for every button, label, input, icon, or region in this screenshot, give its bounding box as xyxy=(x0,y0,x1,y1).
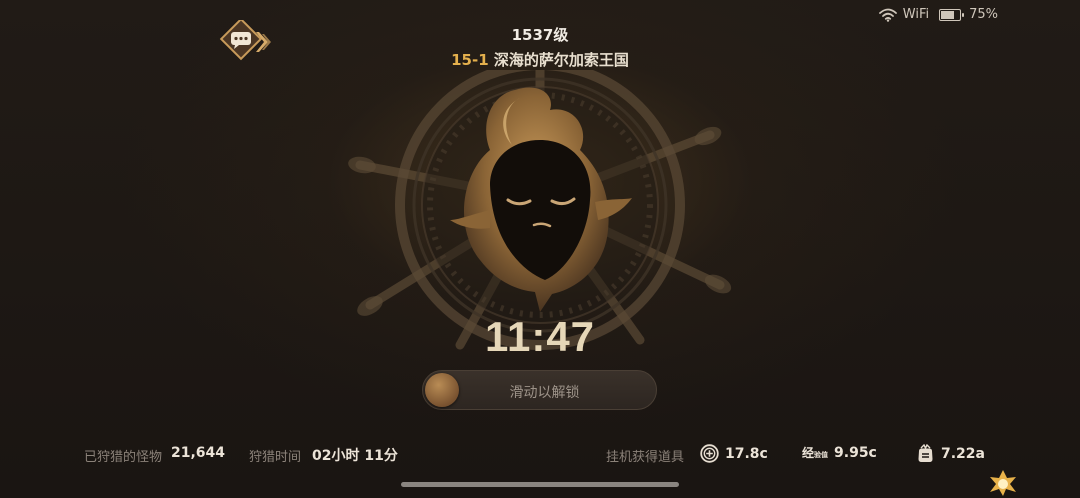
items-stat: 7.22a xyxy=(916,444,985,463)
stage-id: 15-1 xyxy=(451,51,489,69)
stage-name: 深海的萨尔加索王国 xyxy=(493,51,629,69)
exp-icon-main: 经 xyxy=(802,446,815,460)
hunt-time-value: 02小时 11分 xyxy=(312,448,398,464)
wifi-icon xyxy=(878,8,897,22)
items-value: 7.22a xyxy=(941,445,985,462)
hunt-stats-bar: 已狩猎的怪物 21,644 狩猎时间 02小时 11分 挂机获得道具 17.8c… xyxy=(0,444,1080,465)
battery-status: 75% xyxy=(939,7,998,22)
wifi-status: WiFi xyxy=(878,7,930,22)
exp-stat: 经 验值 9.95c xyxy=(802,444,877,461)
coin-icon xyxy=(700,444,719,463)
lock-screen: WiFi 75% 1537级 15-1 深海的萨尔加索王国 11:47 滑动以解… xyxy=(0,0,1080,498)
hunt-time-label: 狩猎时间 xyxy=(249,450,302,465)
player-level: 1537级 xyxy=(511,26,569,44)
status-bar: WiFi 75% xyxy=(878,7,998,22)
battery-icon xyxy=(939,8,965,21)
exp-icon: 经 验值 xyxy=(802,444,828,461)
battery-level-fill xyxy=(941,10,954,19)
unlock-slider[interactable]: 滑动以解锁 xyxy=(422,370,657,410)
item-bag-icon xyxy=(918,444,933,462)
clock-time: 11:47 xyxy=(484,313,596,360)
gold-badge-icon xyxy=(990,470,1016,496)
coins-value: 17.8c xyxy=(725,445,768,462)
wifi-label: WiFi xyxy=(902,7,930,22)
monsters-hunted-label: 已狩猎的怪物 xyxy=(84,450,163,465)
idle-items-label: 挂机获得道具 xyxy=(606,450,685,465)
battery-percent: 75% xyxy=(969,7,998,22)
ship-wheel-emblem xyxy=(348,70,732,350)
stage-title: 15-1 深海的萨尔加索王国 xyxy=(0,49,1080,70)
exp-icon-sub: 验值 xyxy=(814,451,829,459)
unlock-label: 滑动以解锁 xyxy=(509,385,580,401)
home-indicator[interactable] xyxy=(401,482,679,487)
exp-value: 9.95c xyxy=(834,444,877,461)
monsters-hunted-value: 21,644 xyxy=(171,445,226,461)
coins-stat: 17.8c xyxy=(700,444,768,463)
